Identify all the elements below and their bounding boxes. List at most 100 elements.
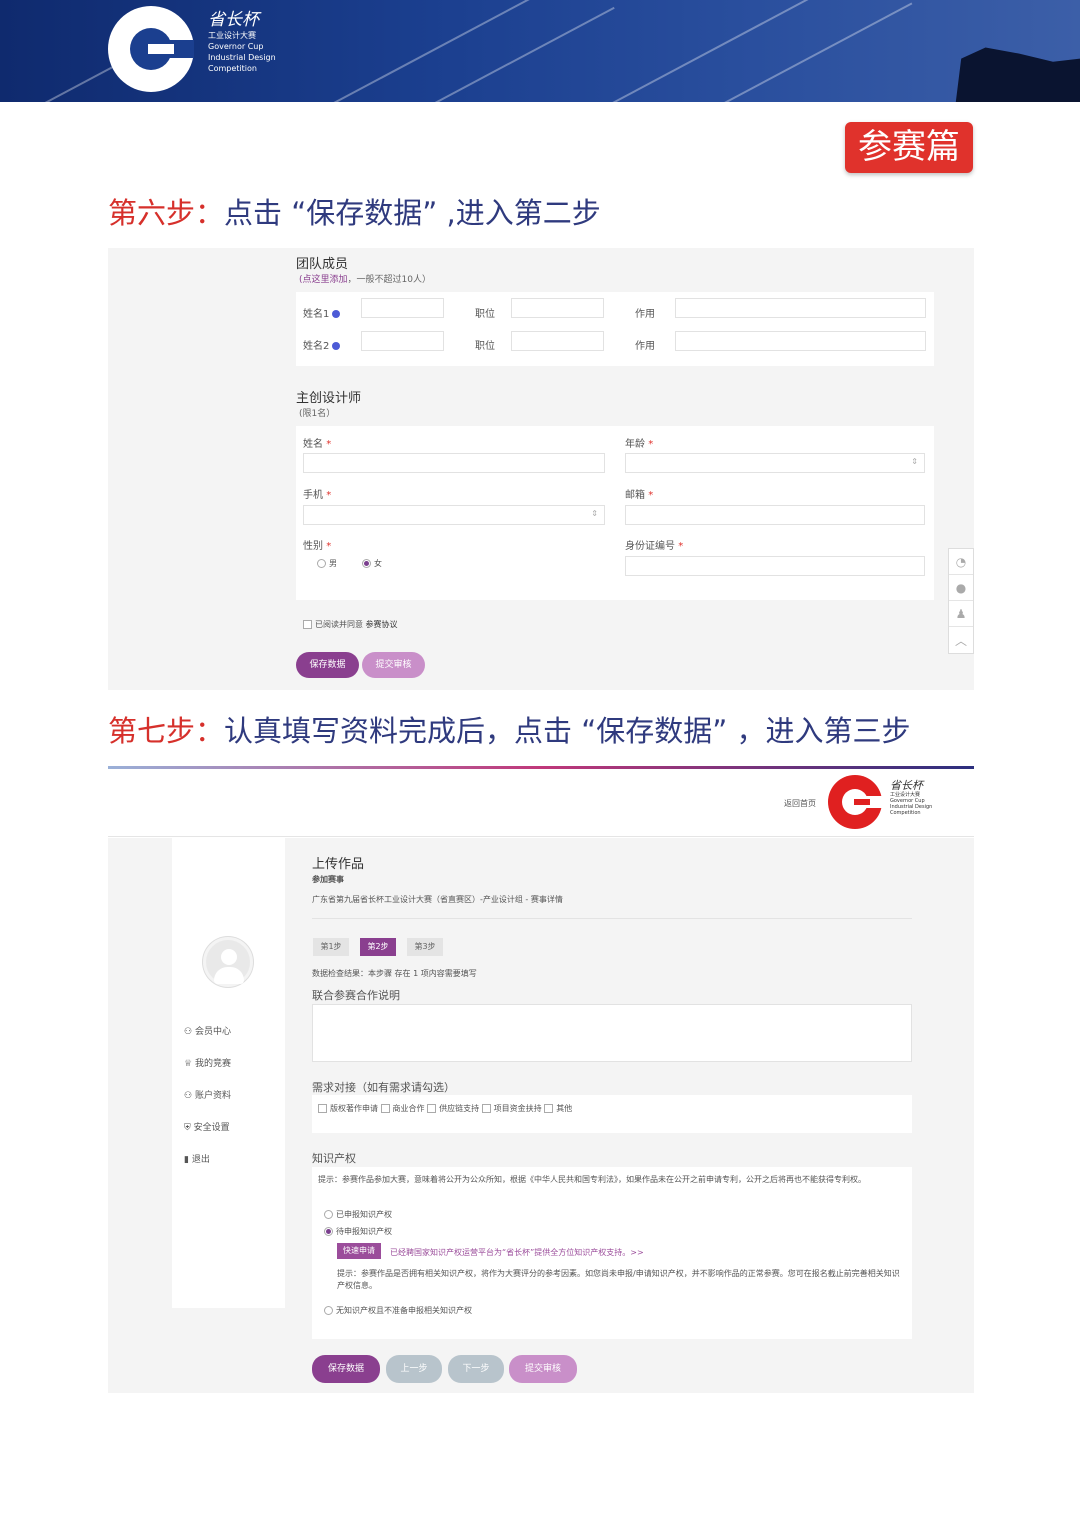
- quick-apply-button[interactable]: 快速申请: [337, 1243, 381, 1259]
- designer-limit: (限1名）: [299, 409, 336, 419]
- add-member-link[interactable]: (点这里添加: [299, 275, 348, 285]
- logo-line: Competition: [208, 64, 257, 73]
- sidebar-item-account[interactable]: ⚇ 账户资料: [184, 1088, 231, 1101]
- event-label: 参加赛事: [312, 875, 344, 884]
- team-hint: (点这里添加，一般不超过10人）: [299, 272, 431, 285]
- logo-line: Governor Cup: [208, 42, 264, 51]
- divider: [312, 918, 912, 919]
- coop-title: 联合参赛合作说明: [312, 989, 400, 1002]
- designer-title: 主创设计师: [296, 391, 362, 406]
- gender-female-radio[interactable]: 女: [362, 558, 382, 569]
- ip-option-none[interactable]: 无知识产权且不准备申报相关知识产权: [324, 1305, 472, 1316]
- demand-box: [312, 1095, 912, 1133]
- designer-age-label: 年龄 *: [625, 439, 654, 450]
- member1-name-label: 姓名1: [303, 305, 341, 320]
- member1-name-input[interactable]: [361, 298, 444, 318]
- designer-phone-label: 手机 *: [303, 490, 332, 501]
- sidebar-item-security[interactable]: ⛨ 安全设置: [184, 1120, 230, 1133]
- sidebar: [172, 838, 285, 1308]
- designer-age-input[interactable]: ⇕: [625, 453, 925, 473]
- tab-step2[interactable]: 第2步: [360, 938, 396, 956]
- governor-cup-logo: [108, 6, 194, 92]
- user-icon: ⚇: [184, 1091, 193, 1101]
- tab-step1[interactable]: 第1步: [313, 938, 349, 956]
- ip-title: 知识产权: [312, 1152, 356, 1165]
- back-home-link[interactable]: 返回首页: [784, 798, 816, 809]
- member2-role-label: 作用: [635, 341, 655, 352]
- section-badge: 参赛篇: [845, 122, 973, 173]
- logo-line: 工业设计大赛: [208, 31, 256, 40]
- member2-position-input[interactable]: [511, 331, 604, 351]
- logo-line: Industrial Design: [208, 53, 276, 62]
- remove-member-icon[interactable]: [332, 342, 341, 350]
- logo-cn: 省长杯: [208, 10, 259, 30]
- ip-tip: 提示：参赛作品参加大赛，意味着将公开为公众所知，根据《中华人民共和国专利法》，如…: [318, 1175, 866, 1184]
- member1-role-input[interactable]: [675, 298, 926, 318]
- demand-checkbox[interactable]: 项目资金扶持: [481, 1104, 542, 1113]
- gender-male-radio[interactable]: 男: [317, 558, 337, 569]
- team-title: 团队成员: [296, 257, 349, 272]
- prev-step-button[interactable]: 上一步: [386, 1355, 442, 1383]
- ip-option-pending[interactable]: 待申报知识产权: [324, 1226, 392, 1237]
- remove-member-icon[interactable]: [332, 310, 341, 318]
- sidebar-item-logout[interactable]: ▮ 退出: [184, 1152, 210, 1165]
- sidebar-item-my-contests[interactable]: ♕ 我的竞赛: [184, 1056, 231, 1069]
- submit-review-button[interactable]: 提交审核: [362, 652, 425, 678]
- step6-prefix: 第六步：: [108, 196, 225, 230]
- member2-position-label: 职位: [475, 341, 495, 352]
- governor-cup-logo: [828, 775, 882, 829]
- temple-roof-silhouette: [955, 47, 1080, 102]
- next-step-button[interactable]: 下一步: [448, 1355, 504, 1383]
- designer-id-label: 身份证编号 *: [625, 541, 684, 552]
- member2-name-input[interactable]: [361, 331, 444, 351]
- wechat-icon[interactable]: ●: [949, 575, 973, 601]
- team-hint-rest: ，一般不超过10人）: [347, 275, 431, 285]
- submit-review-button[interactable]: 提交审核: [509, 1355, 577, 1383]
- ip-apply-link[interactable]: 已经聘国家知识产权运营平台为“省长杯”提供全方位知识产权支持。>>: [390, 1247, 644, 1258]
- user-icon: ⚇: [184, 1027, 193, 1037]
- trophy-icon: ♕: [184, 1059, 193, 1069]
- back-to-top-icon[interactable]: ︿: [949, 627, 973, 653]
- designer-email-input[interactable]: [625, 505, 925, 525]
- designer-gender-label: 性别 *: [303, 541, 332, 552]
- designer-phone-input[interactable]: ⇕: [303, 505, 605, 525]
- spinner-icon[interactable]: ⇕: [591, 509, 598, 518]
- demand-checkbox[interactable]: 供应链支持: [427, 1104, 479, 1113]
- save-data-button[interactable]: 保存数据: [312, 1355, 380, 1383]
- member2-name-label: 姓名2: [303, 337, 341, 352]
- save-data-button[interactable]: 保存数据: [296, 652, 359, 678]
- logo-text: 省长杯 工业设计大赛 Governor Cup Industrial Desig…: [208, 10, 276, 74]
- ip-option-registered[interactable]: 已申报知识产权: [324, 1209, 392, 1220]
- demand-options: 版权著作申请 商业合作 供应链支持 项目资金扶持 其他: [318, 1103, 572, 1114]
- demand-checkbox[interactable]: 版权著作申请: [318, 1104, 378, 1113]
- designer-name-input[interactable]: [303, 453, 605, 473]
- weibo-icon[interactable]: ◔: [949, 549, 973, 575]
- demand-checkbox[interactable]: 其他: [544, 1104, 572, 1113]
- coop-textarea[interactable]: [312, 1004, 912, 1062]
- event-value-link[interactable]: 广东省第九届省长杯工业设计大赛（省直赛区）-产业设计组 - 赛事详情: [312, 894, 563, 905]
- social-share-bar: ◔ ● ♟ ︿: [948, 548, 974, 654]
- sidebar-item-member-center[interactable]: ⚇ 会员中心: [184, 1024, 231, 1037]
- designer-name-label: 姓名 *: [303, 439, 332, 450]
- demand-checkbox[interactable]: 商业合作: [380, 1104, 425, 1113]
- ip-note: 提示：参赛作品是否拥有相关知识产权，将作为大赛评分的参考因素。如您尚未申报/申请…: [337, 1269, 900, 1290]
- member1-role-label: 作用: [635, 309, 655, 320]
- upload-title: 上传作品: [312, 857, 365, 872]
- step6-title: 第六步：点击 “保存数据” ,进入第二步: [108, 190, 601, 232]
- header-logo-text: 省长杯 工业设计大赛 Governor Cup Industrial Desig…: [890, 779, 933, 817]
- demand-title: 需求对接（如有需求请勾选）: [312, 1081, 455, 1094]
- agreement-checkbox[interactable]: 已阅读并同意 参赛协议: [303, 619, 398, 630]
- member2-role-input[interactable]: [675, 331, 926, 351]
- tab-step3[interactable]: 第3步: [407, 938, 443, 956]
- member1-position-label: 职位: [475, 309, 495, 320]
- agreement-link[interactable]: 参赛协议: [366, 620, 398, 629]
- qq-icon[interactable]: ♟: [949, 601, 973, 627]
- step7-prefix: 第七步：: [108, 714, 225, 748]
- step7-text: 认真填写资料完成后，点击 “保存数据” ，进入第三步: [224, 714, 911, 748]
- check-result: 数据检查结果：本步骤 存在 1 项内容需要填写: [312, 969, 477, 978]
- spinner-icon[interactable]: ⇕: [911, 457, 918, 466]
- step6-text: 点击 “保存数据” ,进入第二步: [224, 196, 601, 230]
- designer-email-label: 邮箱 *: [625, 490, 654, 501]
- designer-id-input[interactable]: [625, 556, 925, 576]
- member1-position-input[interactable]: [511, 298, 604, 318]
